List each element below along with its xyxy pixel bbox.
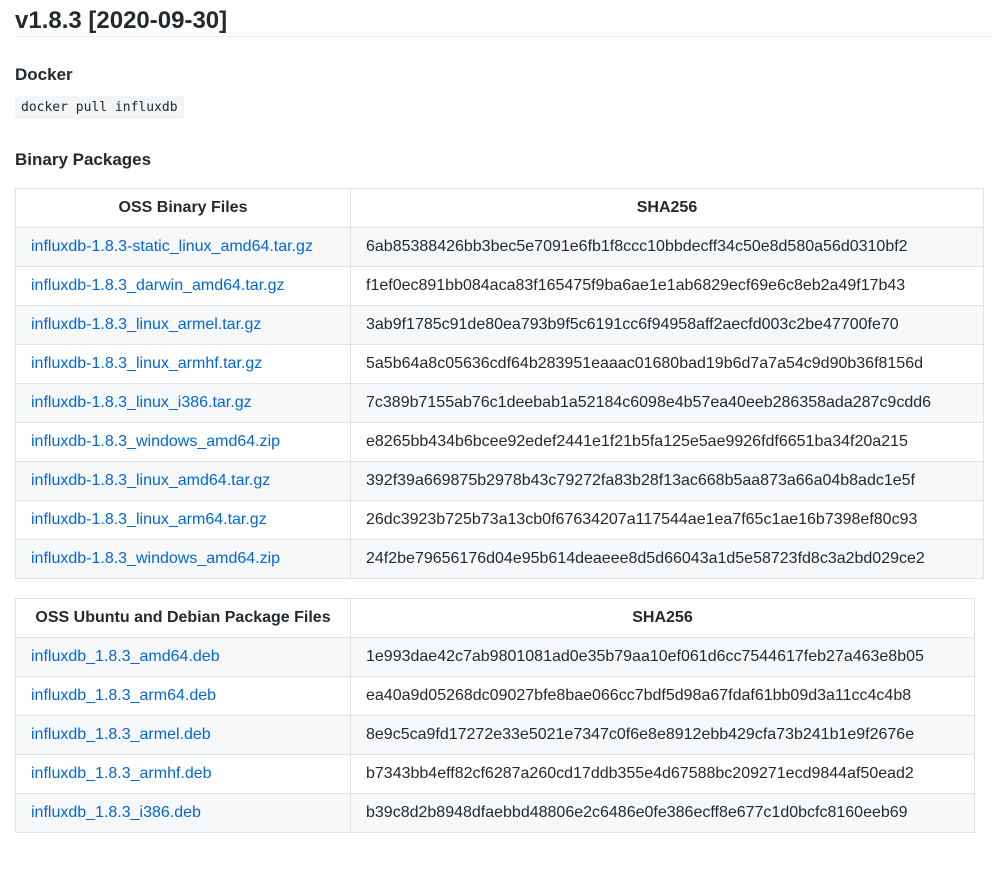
table-row: influxdb-1.8.3_windows_amd64.zip 24f2be79…	[15, 539, 984, 579]
sha256-cell: ea40a9d05268dc09027bfe8bae066cc7bdf5d98a…	[350, 676, 975, 716]
table-row: influxdb-1.8.3_linux_amd64.tar.gz 392f39a…	[15, 461, 984, 501]
file-download-link[interactable]: influxdb_1.8.3_armel.deb	[31, 726, 211, 743]
file-cell: influxdb-1.8.3_windows_amd64.zip	[15, 422, 351, 462]
sha256-cell: 24f2be79656176d04e95b614deaeee8d5d66043a…	[350, 539, 984, 579]
file-cell: influxdb_1.8.3_amd64.deb	[15, 637, 351, 677]
sha256-cell: 26dc3923b725b73a13cb0f67634207a117544ae1…	[350, 500, 984, 540]
table-row: influxdb_1.8.3_amd64.deb 1e993dae42c7ab98…	[15, 637, 975, 677]
file-download-link[interactable]: influxdb-1.8.3_linux_amd64.tar.gz	[31, 472, 270, 489]
docker-command: docker pull influxdb	[15, 96, 184, 119]
file-download-link[interactable]: influxdb-1.8.3_darwin_amd64.tar.gz	[31, 277, 285, 294]
sha256-cell: b39c8d2b8948dfaebbd48806e2c6486e0fe386ec…	[350, 793, 975, 833]
table-row: influxdb-1.8.3_linux_armel.tar.gz 3ab9f17…	[15, 305, 984, 345]
file-cell: influxdb-1.8.3-static_linux_amd64.tar.gz	[15, 227, 351, 267]
table-row: influxdb_1.8.3_armel.deb 8e9c5ca9fd17272e…	[15, 715, 975, 755]
sha256-cell: 6ab85388426bb3bec5e7091e6fb1f8ccc10bbdec…	[350, 227, 984, 267]
file-download-link[interactable]: influxdb-1.8.3_linux_armhf.tar.gz	[31, 355, 262, 372]
table-row: influxdb-1.8.3_linux_arm64.tar.gz 26dc392…	[15, 500, 984, 540]
file-cell: influxdb_1.8.3_i386.deb	[15, 793, 351, 833]
table-row: influxdb-1.8.3_linux_armhf.tar.gz 5a5b64a…	[15, 344, 984, 384]
file-download-link[interactable]: influxdb_1.8.3_amd64.deb	[31, 648, 220, 665]
table-row: influxdb_1.8.3_armhf.deb b7343bb4eff82cf6…	[15, 754, 975, 794]
docker-command-block: docker pull influxdb	[15, 86, 992, 119]
table-row: influxdb_1.8.3_i386.deb b39c8d2b8948dfaeb…	[15, 793, 975, 833]
column-header-sha256: SHA256	[350, 598, 975, 638]
oss-binary-files-table: OSS Binary Files SHA256 influxdb-1.8.3-s…	[15, 188, 984, 579]
file-download-link[interactable]: influxdb-1.8.3_linux_i386.tar.gz	[31, 394, 252, 411]
file-download-link[interactable]: influxdb-1.8.3-static_linux_amd64.tar.gz	[31, 238, 313, 255]
file-cell: influxdb-1.8.3_windows_amd64.zip	[15, 539, 351, 579]
column-header-sha256: SHA256	[350, 188, 984, 228]
table-row: influxdb-1.8.3_linux_i386.tar.gz 7c389b71…	[15, 383, 984, 423]
file-download-link[interactable]: influxdb_1.8.3_arm64.deb	[31, 687, 216, 704]
oss-deb-files-table: OSS Ubuntu and Debian Package Files SHA2…	[15, 598, 975, 833]
table-row: influxdb-1.8.3-static_linux_amd64.tar.gz…	[15, 227, 984, 267]
file-cell: influxdb_1.8.3_arm64.deb	[15, 676, 351, 716]
sha256-cell: f1ef0ec891bb084aca83f165475f9ba6ae1e1ab6…	[350, 266, 984, 306]
file-cell: influxdb-1.8.3_darwin_amd64.tar.gz	[15, 266, 351, 306]
file-cell: influxdb-1.8.3_linux_i386.tar.gz	[15, 383, 351, 423]
table-header-row: OSS Binary Files SHA256	[15, 188, 984, 228]
sha256-cell: 5a5b64a8c05636cdf64b283951eaaac01680bad1…	[350, 344, 984, 384]
sha256-cell: 3ab9f1785c91de80ea793b9f5c6191cc6f94958a…	[350, 305, 984, 345]
release-notes-content: v1.8.3 [2020-09-30] Docker docker pull i…	[0, 0, 992, 833]
file-download-link[interactable]: influxdb_1.8.3_armhf.deb	[31, 765, 212, 782]
table-header-row: OSS Ubuntu and Debian Package Files SHA2…	[15, 598, 975, 638]
sha256-cell: 392f39a669875b2978b43c79272fa83b28f13ac6…	[350, 461, 984, 501]
table-row: influxdb-1.8.3_darwin_amd64.tar.gz f1ef0e…	[15, 266, 984, 306]
file-cell: influxdb-1.8.3_linux_arm64.tar.gz	[15, 500, 351, 540]
table-row: influxdb_1.8.3_arm64.deb ea40a9d05268dc09…	[15, 676, 975, 716]
table-row: influxdb-1.8.3_windows_amd64.zip e8265bb4…	[15, 422, 984, 462]
column-header-files: OSS Ubuntu and Debian Package Files	[15, 598, 351, 638]
sha256-cell: b7343bb4eff82cf6287a260cd17ddb355e4d6758…	[350, 754, 975, 794]
file-cell: influxdb-1.8.3_linux_armel.tar.gz	[15, 305, 351, 345]
file-cell: influxdb_1.8.3_armhf.deb	[15, 754, 351, 794]
file-download-link[interactable]: influxdb-1.8.3_linux_arm64.tar.gz	[31, 511, 267, 528]
binary-packages-heading: Binary Packages	[15, 150, 152, 169]
file-cell: influxdb-1.8.3_linux_amd64.tar.gz	[15, 461, 351, 501]
release-title: v1.8.3 [2020-09-30]	[15, 0, 992, 37]
column-header-files: OSS Binary Files	[15, 188, 351, 228]
file-download-link[interactable]: influxdb-1.8.3_linux_armel.tar.gz	[31, 316, 261, 333]
sha256-cell: 1e993dae42c7ab9801081ad0e35b79aa10ef061d…	[350, 637, 975, 677]
file-cell: influxdb-1.8.3_linux_armhf.tar.gz	[15, 344, 351, 384]
sha256-cell: 8e9c5ca9fd17272e33e5021e7347c0f6e8e8912e…	[350, 715, 975, 755]
file-cell: influxdb_1.8.3_armel.deb	[15, 715, 351, 755]
file-download-link[interactable]: influxdb-1.8.3_windows_amd64.zip	[31, 433, 280, 450]
file-download-link[interactable]: influxdb-1.8.3_windows_amd64.zip	[31, 550, 280, 567]
docker-heading: Docker	[15, 65, 73, 84]
sha256-cell: 7c389b7155ab76c1deebab1a52184c6098e4b57e…	[350, 383, 984, 423]
sha256-cell: e8265bb434b6bcee92edef2441e1f21b5fa125e5…	[350, 422, 984, 462]
file-download-link[interactable]: influxdb_1.8.3_i386.deb	[31, 804, 201, 821]
